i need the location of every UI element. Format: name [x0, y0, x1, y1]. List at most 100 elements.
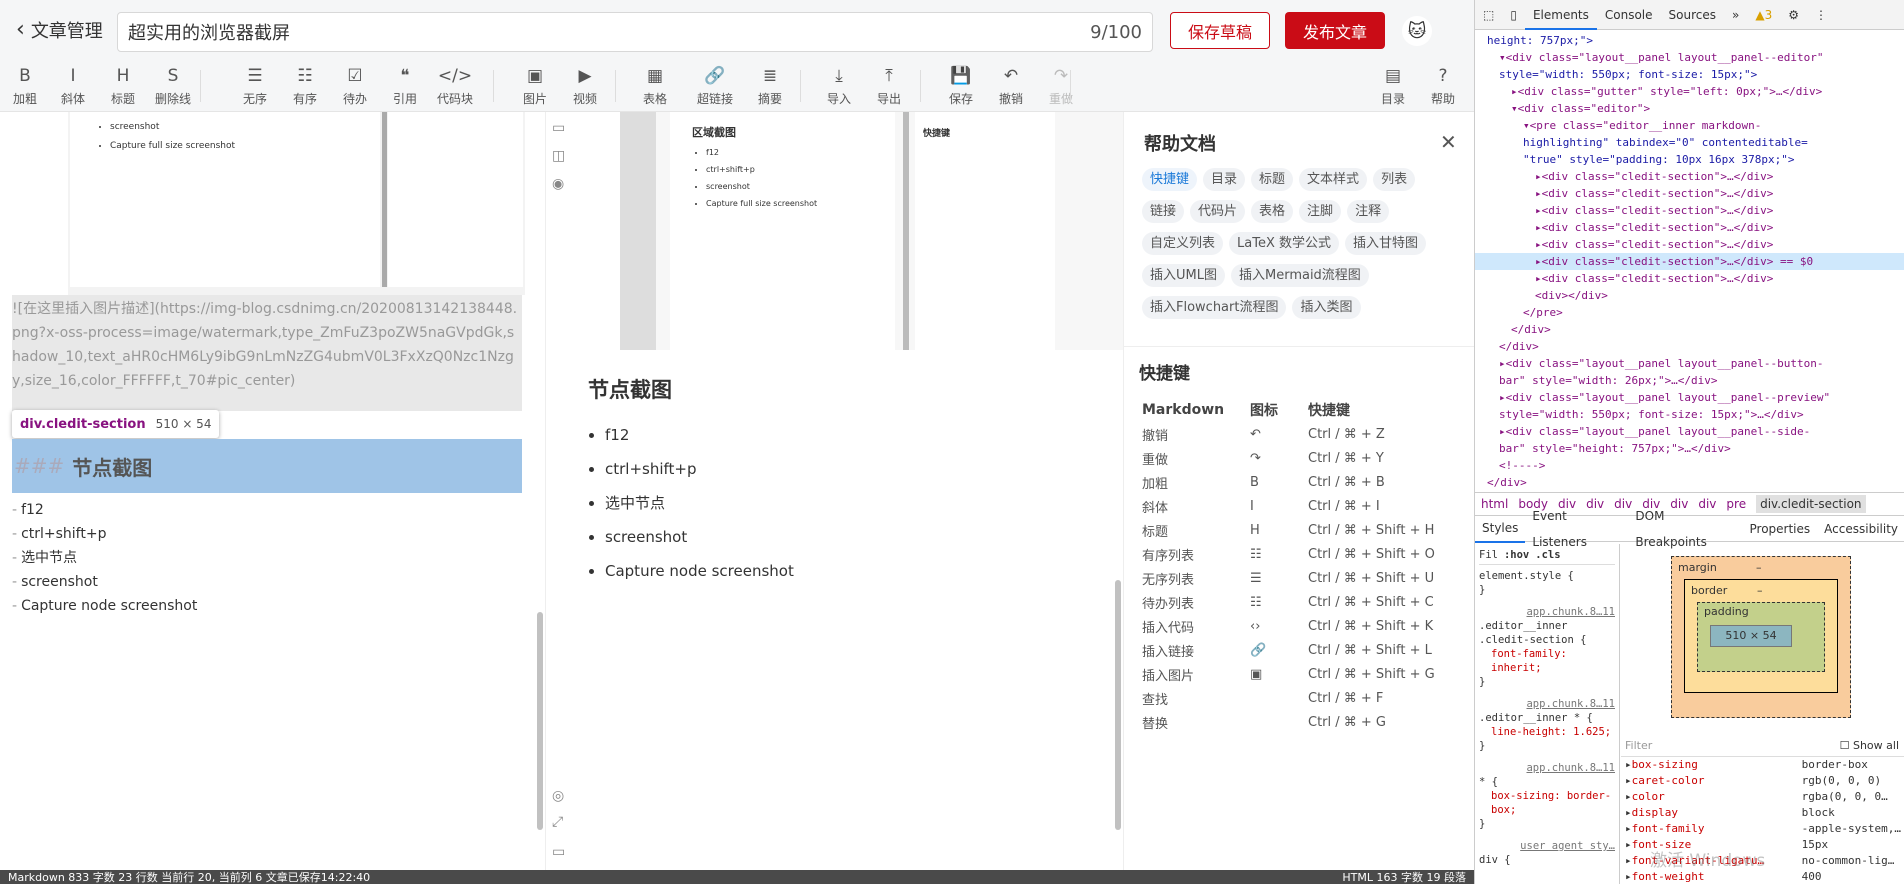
- help-tag[interactable]: 代码片: [1190, 200, 1246, 223]
- dom-node[interactable]: "true" style="padding: 10px 16px 378px;"…: [1475, 151, 1904, 168]
- toolbar-button-2[interactable]: H 标题: [98, 64, 148, 107]
- toolbar-button-1[interactable]: I 斜体: [48, 64, 98, 107]
- toolbar-button-11[interactable]: ▦ 表格: [630, 64, 680, 107]
- dom-node[interactable]: height: 757px;">: [1475, 32, 1904, 49]
- dom-node[interactable]: ▸<div class="cledit-section">…</div>: [1475, 202, 1904, 219]
- dom-node[interactable]: ▸<div class="cledit-section">…</div>: [1475, 185, 1904, 202]
- dom-node[interactable]: ▸<div class="cledit-section">…</div> == …: [1475, 253, 1904, 270]
- split-pane-icon[interactable]: ◫: [552, 148, 565, 164]
- editor-scrollbar[interactable]: [537, 612, 543, 830]
- dom-node[interactable]: bar" style="width: 26px;">…</div>: [1475, 372, 1904, 389]
- save-draft-button[interactable]: 保存草稿: [1170, 12, 1270, 49]
- help-tag[interactable]: 注释: [1347, 200, 1390, 223]
- help-tag[interactable]: 快捷键: [1142, 168, 1198, 191]
- rule-property[interactable]: line-height: 1.625;: [1479, 725, 1615, 739]
- help-tag[interactable]: 插入Mermaid流程图: [1230, 264, 1369, 287]
- layout-icon[interactable]: ▭: [552, 844, 565, 860]
- dom-node[interactable]: <!---->: [1475, 457, 1904, 474]
- help-tag[interactable]: 列表: [1373, 168, 1416, 191]
- toolbar-button-15[interactable]: ⤒ 导出: [864, 64, 914, 107]
- show-all-toggle[interactable]: ☐ Show all: [1840, 738, 1899, 754]
- rule-source[interactable]: app.chunk.8…11: [1479, 697, 1615, 711]
- toolbar-button-20[interactable]: ? 帮助: [1418, 64, 1468, 107]
- help-tag[interactable]: 文本样式: [1299, 168, 1368, 191]
- preview-eye-icon[interactable]: ◉: [552, 176, 564, 192]
- dom-node[interactable]: ▾<div class="layout__panel layout__panel…: [1475, 49, 1904, 66]
- dom-node[interactable]: ▸<div class="cledit-section">…</div>: [1475, 219, 1904, 236]
- styles-subtab[interactable]: Accessibility: [1817, 516, 1904, 542]
- rule-source[interactable]: app.chunk.8…11: [1479, 605, 1615, 619]
- help-tag[interactable]: 插入甘特图: [1345, 232, 1427, 255]
- breadcrumb-item[interactable]: html: [1481, 497, 1508, 511]
- computed-row[interactable]: ▸ box-sizing border-box: [1621, 757, 1904, 773]
- help-tag[interactable]: 插入类图: [1292, 296, 1361, 319]
- cls-toggle[interactable]: .cls: [1535, 548, 1560, 562]
- help-tag[interactable]: 链接: [1142, 200, 1185, 223]
- tab-console[interactable]: Console: [1597, 0, 1661, 30]
- more-tabs-button[interactable]: »: [1724, 0, 1747, 30]
- help-tag[interactable]: 注脚: [1299, 200, 1342, 223]
- dom-node[interactable]: ▸<div class="layout__panel layout__panel…: [1475, 389, 1904, 406]
- toolbar-button-3[interactable]: S 删除线: [148, 64, 198, 107]
- warning-icon[interactable]: ▲3: [1747, 0, 1780, 30]
- rule-source[interactable]: app.chunk.8…11: [1479, 761, 1615, 775]
- article-title-field[interactable]: 9/100: [117, 12, 1153, 52]
- kebab-menu-icon[interactable]: ⋮: [1807, 0, 1835, 30]
- toolbar-button-10[interactable]: ▶ 视频: [560, 64, 610, 107]
- toolbar-button-6[interactable]: ☑ 待办: [330, 64, 380, 107]
- dom-node[interactable]: ▸<div class="gutter" style="left: 0px;">…: [1475, 83, 1904, 100]
- dom-node[interactable]: ▸<div class="cledit-section">…</div>: [1475, 168, 1904, 185]
- dom-node[interactable]: </div>: [1475, 321, 1904, 338]
- styles-subtab[interactable]: Properties: [1743, 516, 1818, 542]
- toolbar-button-16[interactable]: 💾 保存: [936, 64, 986, 107]
- dom-tree[interactable]: height: 757px;"> ▾<div class="layout__pan…: [1475, 30, 1904, 490]
- publish-button[interactable]: 发布文章: [1285, 12, 1385, 49]
- computed-row[interactable]: ▸ display block: [1621, 805, 1904, 821]
- toolbar-button-8[interactable]: </> 代码块: [430, 64, 480, 107]
- article-title-input[interactable]: [128, 21, 1091, 43]
- dom-node[interactable]: ▾<pre class="editor__inner markdown-: [1475, 117, 1904, 134]
- help-tag[interactable]: 自定义列表: [1142, 232, 1224, 255]
- sync-scroll-icon[interactable]: ◎: [552, 788, 564, 804]
- toolbar-button-7[interactable]: ❝ 引用: [380, 64, 430, 107]
- computed-row[interactable]: ▸ font-weight 400: [1621, 869, 1904, 884]
- tab-sources[interactable]: Sources: [1661, 0, 1724, 30]
- toolbar-button-13[interactable]: ≣ 摘要: [745, 64, 795, 107]
- fullscreen-icon[interactable]: ⤢: [552, 814, 563, 830]
- hov-toggle[interactable]: :hov: [1504, 548, 1529, 562]
- toolbar-button-18[interactable]: ↷ 重做: [1036, 64, 1086, 107]
- avatar[interactable]: 🐱: [1402, 16, 1432, 46]
- rule-property[interactable]: box-sizing: border-box;: [1479, 789, 1615, 817]
- dom-node[interactable]: bar" style="height: 757px;">…</div>: [1475, 440, 1904, 457]
- help-tag[interactable]: 标题: [1251, 168, 1294, 191]
- markdown-editor[interactable]: screenshot Capture full size screenshot …: [0, 112, 545, 870]
- toolbar-button-0[interactable]: B 加粗: [0, 64, 50, 107]
- preview-scrollbar[interactable]: [1115, 580, 1121, 830]
- dom-node[interactable]: style="width: 550px; font-size: 15px;">……: [1475, 406, 1904, 423]
- dom-node[interactable]: ▸<div class="cledit-section">…</div>: [1475, 236, 1904, 253]
- toolbar-button-9[interactable]: ▣ 图片: [510, 64, 560, 107]
- toolbar-button-4[interactable]: ☰ 无序: [230, 64, 280, 107]
- rule-property[interactable]: font-family: inherit;: [1479, 647, 1615, 675]
- help-tag[interactable]: 插入UML图: [1142, 264, 1225, 287]
- dom-node[interactable]: ▸<div class="cledit-section">…</div>: [1475, 270, 1904, 287]
- dom-node[interactable]: </div>: [1475, 474, 1904, 490]
- dom-node[interactable]: style="width: 550px; font-size: 15px;">: [1475, 66, 1904, 83]
- tab-elements[interactable]: Elements: [1524, 0, 1597, 30]
- device-toolbar-icon[interactable]: ▯: [1502, 0, 1525, 30]
- dom-node[interactable]: ▸<div class="layout__panel layout__panel…: [1475, 355, 1904, 372]
- back-to-articles-link[interactable]: ‹ 文章管理: [16, 17, 103, 43]
- toolbar-button-5[interactable]: ☷ 有序: [280, 64, 330, 107]
- toolbar-button-12[interactable]: 🔗 超链接: [690, 64, 740, 107]
- styles-subtab[interactable]: Styles: [1475, 515, 1526, 543]
- computed-row[interactable]: ▸ font-family -apple-system,…: [1621, 821, 1904, 837]
- toolbar-button-19[interactable]: ▤ 目录: [1368, 64, 1418, 107]
- computed-row[interactable]: ▸ caret-color rgb(0, 0, 0): [1621, 773, 1904, 789]
- dom-node[interactable]: ▸<div class="layout__panel layout__panel…: [1475, 423, 1904, 440]
- computed-filter[interactable]: Filter ☐ Show all: [1621, 735, 1904, 757]
- settings-icon[interactable]: ⚙: [1780, 0, 1807, 30]
- toolbar-button-14[interactable]: ⤓ 导入: [814, 64, 864, 107]
- rule-source[interactable]: user agent sty…: [1479, 839, 1615, 853]
- dom-node[interactable]: </div>: [1475, 338, 1904, 355]
- toolbar-button-17[interactable]: ↶ 撤销: [986, 64, 1036, 107]
